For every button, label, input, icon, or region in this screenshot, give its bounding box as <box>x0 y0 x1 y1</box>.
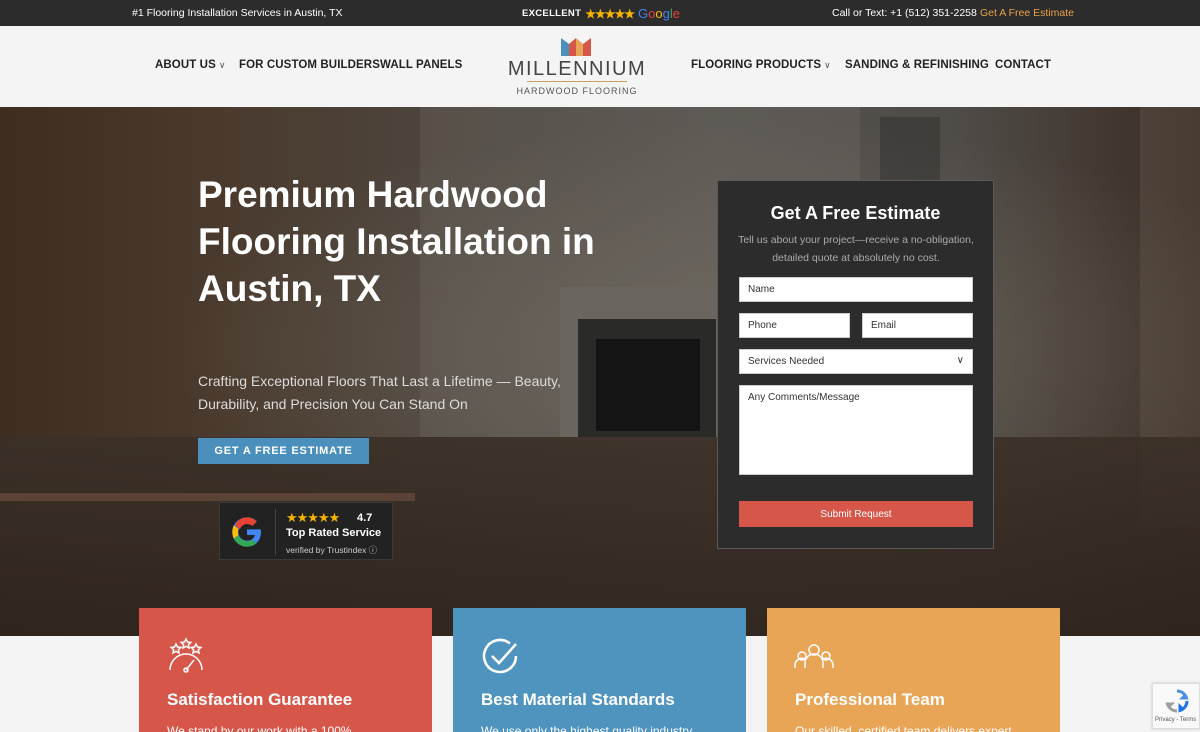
phone-field[interactable]: Phone <box>739 313 850 338</box>
feature-card-satisfaction: Satisfaction Guarantee We stand by our w… <box>139 608 432 732</box>
google-g-icon <box>232 517 261 547</box>
top-estimate-link[interactable]: Get A Free Estimate <box>980 7 1074 19</box>
badge-title: Top Rated Service <box>286 527 382 539</box>
nav-about-label: ABOUT US <box>155 59 216 71</box>
badge-verified: verified by Trustindex ⓘ <box>286 545 378 555</box>
badge-stars-icon: ★★★★★ <box>286 510 340 525</box>
google-logo: Google <box>637 6 680 21</box>
email-field[interactable]: Email <box>862 313 973 338</box>
nav-contact[interactable]: CONTACT <box>995 59 1051 71</box>
nav-sanding-label: SANDING & REFINISHING <box>845 59 989 71</box>
hero-lead: Crafting Exceptional Floors That Last a … <box>198 373 561 412</box>
form-description: Tell us about your project—receive a no-… <box>738 234 974 264</box>
hero-bg-floor <box>0 437 1200 636</box>
feature-card-team: Professional Team Our skilled, certified… <box>767 608 1060 732</box>
trustindex-badge[interactable]: ★★★★★ 4.7 Top Rated Service verified by … <box>219 502 393 560</box>
hero-section: Premium Hardwood Flooring Installation i… <box>0 107 1200 636</box>
top-bar: #1 Flooring Installation Services in Aus… <box>0 0 1200 26</box>
recaptcha-badge[interactable]: Privacy - Terms <box>1152 683 1200 729</box>
card-text: We stand by our work with a 100% <box>167 724 352 732</box>
nav-sanding-refinishing[interactable]: SANDING & REFINISHING <box>845 59 989 71</box>
rating-label: EXCELLENT <box>522 8 582 19</box>
tagline: #1 Flooring Installation Services in Aus… <box>132 7 343 19</box>
star-rating-icon: ★★★★★ <box>585 6 635 21</box>
chevron-down-icon: ∨ <box>956 355 964 366</box>
name-field[interactable]: Name <box>739 277 973 302</box>
logo-name: MILLENNIUM <box>507 58 647 80</box>
hero-estimate-button[interactable]: GET A FREE ESTIMATE <box>198 438 369 464</box>
gauge-stars-icon <box>169 637 203 673</box>
card-title: Best Material Standards <box>481 690 675 709</box>
google-rating-widget[interactable]: EXCELLENT ★★★★★ Google <box>522 6 680 21</box>
logo-divider <box>527 81 627 82</box>
card-title: Satisfaction Guarantee <box>167 690 353 709</box>
site-header: ABOUT US ∨ FOR CUSTOM BUILDERS WALL PANEL… <box>0 26 1200 107</box>
services-select-value: Services Needed <box>748 356 825 367</box>
hero-bg-baseboard <box>0 493 415 501</box>
card-text: Our skilled, certified team delivers exp… <box>795 724 1012 732</box>
services-select[interactable]: Services Needed ∨ <box>739 349 973 374</box>
chevron-down-icon: ∨ <box>218 59 226 70</box>
nav-wall-panels[interactable]: WALL PANELS <box>380 59 462 71</box>
nav-builders-label: FOR CUSTOM BUILDERS <box>239 59 380 71</box>
feature-card-materials: Best Material Standards We use only the … <box>453 608 746 732</box>
submit-request-button[interactable]: Submit Request <box>739 501 973 527</box>
nav-flooring-products[interactable]: FLOORING PRODUCTS ∨ <box>691 59 831 71</box>
team-icon <box>794 644 834 668</box>
badge-rating: 4.7 <box>357 512 373 524</box>
estimate-form: Get A Free Estimate Tell us about your p… <box>717 180 994 549</box>
card-text: We use only the highest quality industry <box>481 724 693 732</box>
logo-mark-icon <box>561 38 591 56</box>
nav-custom-builders[interactable]: FOR CUSTOM BUILDERS <box>239 59 380 71</box>
badge-divider <box>275 509 276 555</box>
call-text[interactable]: Call or Text: +1 (512) 351-2258 <box>832 7 977 19</box>
nav-products-label: FLOORING PRODUCTS <box>691 59 822 71</box>
hero-heading: Premium Hardwood Flooring Installation i… <box>198 174 595 309</box>
hero-bg-fireplace-opening <box>596 339 700 431</box>
nav-panels-label: WALL PANELS <box>380 59 463 71</box>
chevron-down-icon: ∨ <box>824 59 831 70</box>
logo-subtitle: HARDWOOD FLOORING <box>516 86 638 96</box>
check-circle-icon <box>482 638 518 674</box>
site-logo[interactable]: MILLENNIUM HARDWOOD FLOORING <box>505 34 649 100</box>
recaptcha-icon <box>1165 689 1189 713</box>
card-title: Professional Team <box>795 690 945 709</box>
nav-contact-label: CONTACT <box>995 59 1052 71</box>
recaptcha-text: Privacy - Terms <box>1155 717 1197 723</box>
form-title: Get A Free Estimate <box>770 203 941 223</box>
nav-about-us[interactable]: ABOUT US ∨ <box>155 59 226 71</box>
message-textarea[interactable]: Any Comments/Message <box>739 385 973 475</box>
